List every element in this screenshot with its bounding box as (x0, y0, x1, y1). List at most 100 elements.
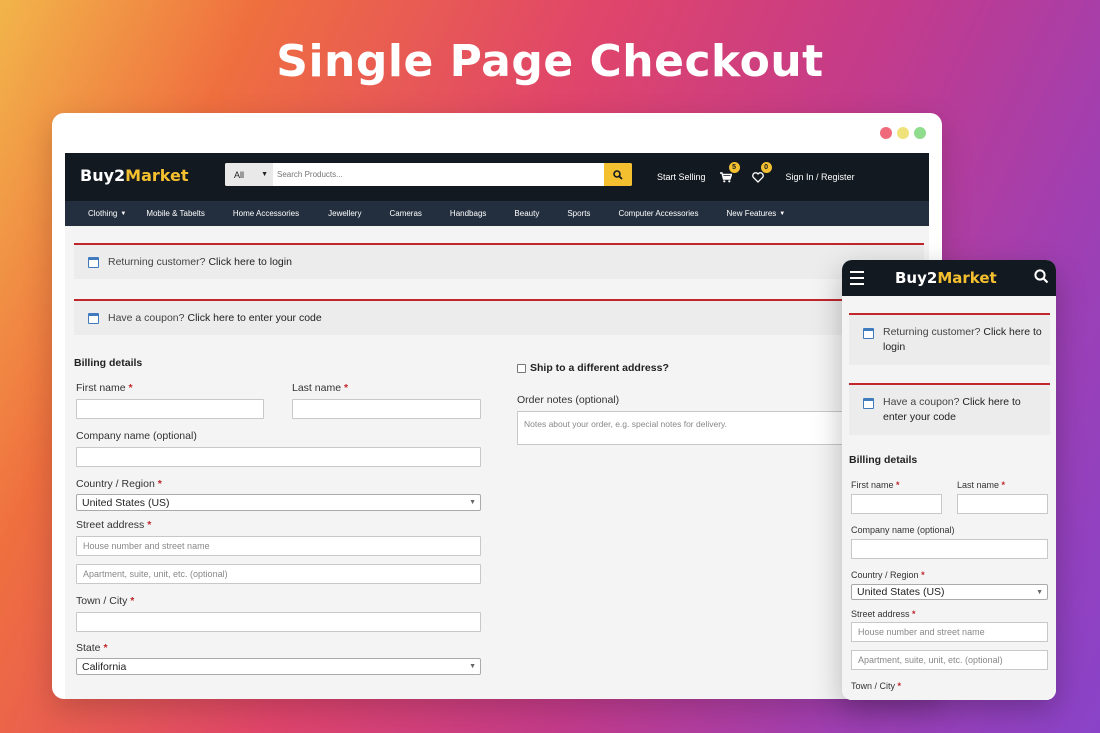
nav-home-accessories[interactable]: Home Accessories (233, 209, 299, 218)
site-logo[interactable]: Buy2Market (80, 166, 188, 185)
label-text: Town / City (76, 595, 128, 607)
nav-label: Computer Accessories (618, 209, 699, 218)
state-select[interactable]: California ▼ (76, 658, 481, 675)
required-mark: * (128, 382, 133, 394)
mobile-country-label: Country / Region * (851, 570, 925, 580)
cart-count-badge: 5 (728, 161, 740, 173)
cart-icon (719, 171, 732, 182)
ship-different-address[interactable]: Ship to a different address? (517, 362, 669, 374)
mobile-returning-notice: Returning customer? Click here to login (849, 313, 1050, 365)
chevron-down-icon: ▼ (120, 210, 127, 217)
placeholder-text: House number and street name (858, 627, 985, 637)
mobile-body: Returning customer? Click here to login … (842, 296, 1056, 700)
mobile-search-button[interactable] (1034, 269, 1049, 289)
site-header: Buy2Market All ▼ Start Selling 5 (65, 153, 929, 201)
state-label: State * (76, 642, 108, 654)
town-city-field[interactable] (76, 612, 481, 632)
mobile-logo[interactable]: Buy2Market (895, 269, 997, 287)
ship-different-label: Ship to a different address? (530, 362, 669, 374)
street-address-2-field[interactable]: Apartment, suite, unit, etc. (optional) (76, 564, 481, 584)
logo-part-2: Market (937, 269, 997, 287)
nav-label: Jewellery (328, 209, 362, 218)
sign-in-register-link[interactable]: Sign In / Register (786, 172, 855, 182)
mobile-preview: Buy2Market Returning customer? Click her… (842, 260, 1056, 700)
placeholder-text: Apartment, suite, unit, etc. (optional) (858, 655, 1003, 665)
last-name-label: Last name * (292, 382, 348, 394)
search-input[interactable] (273, 163, 604, 186)
order-notes-label: Order notes (optional) (517, 394, 620, 406)
nav-sports[interactable]: Sports (567, 209, 590, 218)
calendar-icon (88, 256, 99, 268)
chevron-down-icon: ▼ (779, 210, 786, 217)
login-link[interactable]: Click here to login (208, 256, 291, 268)
maximize-dot[interactable] (914, 127, 926, 139)
mobile-company-field[interactable] (851, 539, 1048, 559)
nav-mobile-tablets[interactable]: Mobile & Tabelts (146, 209, 205, 218)
mobile-country-select[interactable]: United States (US) ▼ (851, 584, 1048, 600)
state-value: California (82, 660, 127, 673)
search-button[interactable] (604, 163, 632, 186)
mobile-first-name-field[interactable] (851, 494, 942, 514)
mobile-street-field[interactable]: House number and street name (851, 622, 1048, 642)
company-name-field[interactable] (76, 447, 481, 467)
nav-cameras[interactable]: Cameras (389, 209, 421, 218)
calendar-icon (88, 312, 99, 324)
calendar-icon (863, 398, 874, 409)
nav-handbags[interactable]: Handbags (450, 209, 486, 218)
mobile-street-label: Street address * (851, 609, 916, 619)
country-value: United States (US) (857, 586, 945, 598)
start-selling-link[interactable]: Start Selling (657, 172, 706, 182)
first-name-label: First name * (76, 382, 133, 394)
label-text: Street address (76, 519, 145, 531)
first-name-field[interactable] (76, 399, 264, 419)
required-mark: * (130, 595, 135, 607)
caret-down-icon: ▼ (1036, 588, 1043, 596)
required-mark: * (103, 642, 108, 654)
header-actions: Start Selling 5 0 Sign In / Register (657, 153, 855, 201)
nav-label: Handbags (449, 209, 487, 218)
cart-button[interactable]: 5 (719, 161, 740, 183)
mobile-header: Buy2Market (842, 260, 1056, 296)
coupon-link[interactable]: Click here to enter your code (187, 312, 321, 324)
notice-text: Returning customer? (108, 256, 206, 268)
logo-part-1: Buy2 (80, 166, 126, 185)
company-name-label: Company name (optional) (76, 430, 197, 442)
nav-beauty[interactable]: Beauty (514, 209, 539, 218)
close-dot[interactable] (880, 127, 892, 139)
mobile-last-name-label: Last name * (957, 480, 1006, 490)
nav-jewellery[interactable]: Jewellery (328, 209, 361, 218)
order-notes-textarea[interactable]: Notes about your order, e.g. special not… (517, 411, 857, 445)
town-city-label: Town / City * (76, 595, 134, 607)
nav-new-features[interactable]: New Features ▼ (726, 209, 785, 218)
placeholder-text: House number and street name (83, 541, 210, 551)
logo-part-1: Buy2 (895, 269, 938, 287)
returning-customer-notice: Returning customer? Click here to login (74, 243, 924, 279)
country-select[interactable]: United States (US) ▼ (76, 494, 481, 511)
label-text: Last name (292, 382, 342, 394)
chevron-down-icon: ▼ (261, 171, 268, 178)
notice-text: Have a coupon? (108, 312, 185, 324)
mobile-billing-title: Billing details (849, 454, 918, 466)
search-category-select[interactable]: All ▼ (225, 163, 273, 186)
desktop-browser-window: Buy2Market All ▼ Start Selling 5 (52, 113, 942, 699)
wishlist-button[interactable]: 0 (751, 161, 772, 183)
calendar-icon (863, 328, 874, 339)
hamburger-menu-icon[interactable] (850, 271, 864, 289)
nav-clothing[interactable]: Clothing ▼ (88, 209, 126, 218)
desktop-site: Buy2Market All ▼ Start Selling 5 (65, 153, 929, 699)
placeholder-text: Apartment, suite, unit, etc. (optional) (83, 569, 228, 579)
mobile-town-label: Town / City * (851, 681, 902, 691)
nav-label: Cameras (389, 209, 422, 218)
minimize-dot[interactable] (897, 127, 909, 139)
logo-part-2: Market (125, 166, 189, 185)
mobile-street-2-field[interactable]: Apartment, suite, unit, etc. (optional) (851, 650, 1048, 670)
notice-text: Have a coupon? (883, 396, 960, 408)
ship-different-checkbox[interactable] (517, 363, 526, 373)
street-address-field[interactable]: House number and street name (76, 536, 481, 556)
last-name-field[interactable] (292, 399, 481, 419)
caret-down-icon: ▼ (469, 663, 476, 670)
mobile-last-name-field[interactable] (957, 494, 1048, 514)
nav-label: Home Accessories (232, 209, 300, 218)
nav-computer-accessories[interactable]: Computer Accessories (618, 209, 698, 218)
mobile-coupon-notice: Have a coupon? Click here to enter your … (849, 383, 1050, 435)
